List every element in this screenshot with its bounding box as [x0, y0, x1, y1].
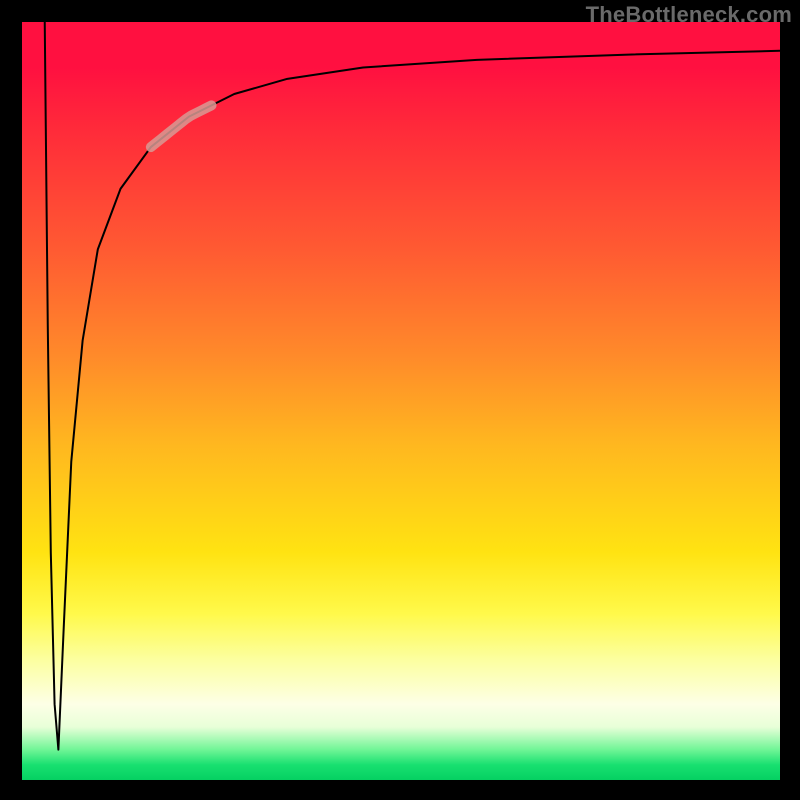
chart-container: TheBottleneck.com — [0, 0, 800, 800]
curve-layer — [22, 22, 780, 780]
plot-area — [22, 22, 780, 780]
bottleneck-curve — [45, 22, 780, 750]
highlight-segment — [151, 105, 212, 147]
